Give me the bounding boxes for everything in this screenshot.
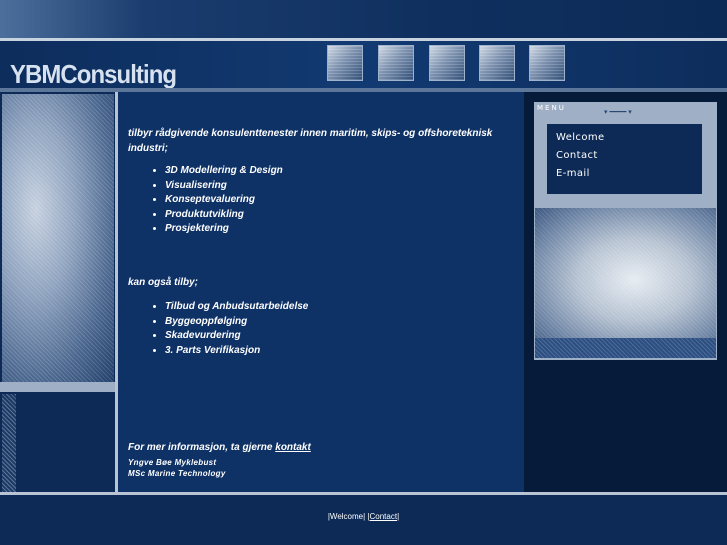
sidebar-photo (2, 94, 114, 382)
services-list: 3D Modellering & Design Visualisering Ko… (148, 164, 283, 237)
menu-panel: MENU ▾ ━━━━ ▾ Welcome Contact E-mail (534, 102, 717, 202)
site-logo[interactable]: YBMConsulting (10, 59, 177, 90)
contact-link[interactable]: kontakt (275, 442, 311, 453)
thumbnail-ship-icon (479, 45, 515, 81)
thumbnail-eye-icon (429, 45, 465, 81)
list-item: Visualisering (165, 179, 283, 194)
list-item: 3. Parts Verifikasjon (165, 344, 308, 359)
menu-item-email[interactable]: E-mail (556, 168, 590, 179)
photo-panel (534, 202, 717, 360)
header: YBMConsulting (0, 0, 727, 92)
footer: |Welcome| |Contact| (0, 495, 727, 545)
list-item: Prosjektering (165, 222, 283, 237)
menu-item-welcome[interactable]: Welcome (556, 132, 605, 143)
thumbnail-cad-icon (327, 45, 363, 81)
right-sidebar: MENU ▾ ━━━━ ▾ Welcome Contact E-mail (524, 92, 727, 492)
menu-title: MENU (537, 104, 566, 112)
menu-decoration-icon: ▾ ━━━━ ▾ (604, 109, 632, 116)
photo-pattern-bar (535, 338, 716, 358)
list-item: Tilbud og Anbudsutarbeidelse (165, 300, 308, 315)
intro-text: tilbyr rådgivende konsulenttenester inne… (128, 128, 493, 154)
menu-list: Welcome Contact E-mail (547, 124, 702, 194)
footer-links: |Welcome| |Contact| (327, 512, 400, 521)
header-divider (0, 38, 727, 41)
list-item: Skadevurdering (165, 329, 308, 344)
header-banner (0, 0, 727, 38)
menu-item-contact[interactable]: Contact (556, 150, 598, 161)
sidebar-pattern (2, 394, 16, 492)
signature-title: MSc Marine Technology (128, 469, 226, 478)
footer-link-contact[interactable]: Contact (370, 512, 398, 521)
thumbnail-machinery-icon (529, 45, 565, 81)
list-item: Byggeoppfølging (165, 315, 308, 330)
intro-text-secondary: kan også tilby; (128, 277, 199, 288)
main-content: tilbyr rådgivende konsulenttenester inne… (118, 92, 524, 492)
signature-name: Yngve Bøe Myklebust (128, 458, 217, 467)
footer-link-welcome[interactable]: Welcome (330, 512, 363, 521)
list-item: Produktutvikling (165, 208, 283, 223)
drafting-photo (535, 208, 716, 338)
left-sidebar (0, 92, 117, 492)
list-item: 3D Modellering & Design (165, 164, 283, 179)
extra-services-list: Tilbud og Anbudsutarbeidelse Byggeoppføl… (148, 300, 308, 358)
contact-info: For mer informasjon, ta gjerne kontakt (128, 442, 311, 453)
info-text: For mer informasjon, ta gjerne (128, 442, 276, 453)
list-item: Konseptevaluering (165, 193, 283, 208)
thumbnail-hands-icon (378, 45, 414, 81)
sidebar-divider (0, 382, 117, 392)
